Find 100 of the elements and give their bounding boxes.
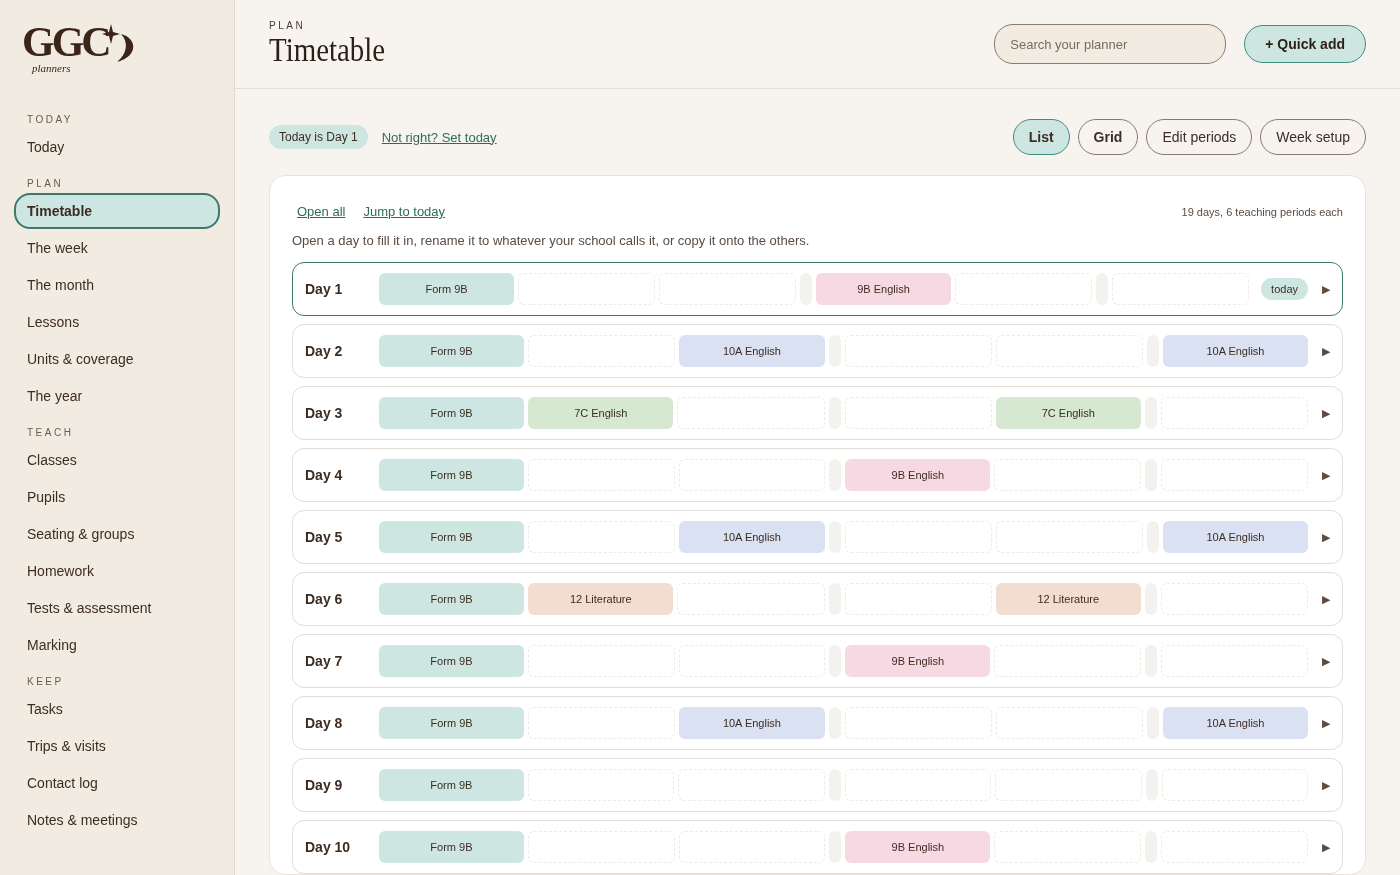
sidebar-item[interactable]: Classes — [14, 442, 220, 478]
expand-toggle[interactable]: ▶ — [1321, 840, 1330, 854]
sidebar-item[interactable]: Units & coverage — [14, 341, 220, 377]
empty-slot[interactable] — [659, 273, 797, 305]
empty-slot[interactable] — [844, 769, 991, 801]
lesson-block[interactable]: Form 9B — [379, 397, 525, 429]
day-row[interactable]: Day 1 Form 9B 9B English today ▶ — [292, 262, 1343, 316]
empty-slot[interactable] — [527, 459, 675, 491]
lesson-block[interactable]: 12 Literature — [528, 583, 674, 615]
empty-slot[interactable] — [1161, 769, 1308, 801]
empty-slot[interactable] — [678, 769, 825, 801]
empty-slot[interactable] — [994, 831, 1142, 863]
day-row[interactable]: Day 8 Form 9B 10A English 10A English ▶ — [292, 696, 1343, 750]
lesson-block[interactable]: Form 9B — [379, 459, 524, 491]
view-toggle[interactable]: List — [1012, 119, 1070, 155]
sidebar-item[interactable]: The month — [14, 267, 220, 303]
empty-slot[interactable] — [844, 397, 992, 429]
empty-slot[interactable] — [1160, 583, 1309, 615]
expand-toggle[interactable]: ▶ — [1322, 592, 1331, 606]
sidebar-item[interactable]: Lessons — [14, 304, 220, 340]
lesson-block[interactable]: 7C English — [995, 397, 1141, 429]
lesson-block[interactable]: Form 9B — [379, 645, 524, 677]
lesson-block[interactable]: Form 9B — [379, 521, 525, 553]
empty-slot[interactable] — [528, 335, 676, 367]
empty-slot[interactable] — [1160, 397, 1309, 429]
lesson-block[interactable]: 10A English — [679, 521, 825, 553]
empty-slot[interactable] — [995, 707, 1143, 739]
empty-slot[interactable] — [677, 397, 825, 429]
expand-toggle[interactable]: ▶ — [1322, 344, 1331, 358]
empty-slot[interactable] — [678, 459, 826, 491]
day-row[interactable]: Day 7 Form 9B 9B English ▶ — [292, 634, 1343, 688]
lesson-block[interactable]: 10A English — [679, 707, 825, 739]
lesson-block[interactable]: Form 9B — [379, 273, 514, 305]
lesson-block[interactable]: Form 9B — [379, 335, 525, 367]
lesson-block[interactable]: 9B English — [845, 645, 991, 677]
lesson-block[interactable]: 9B English — [845, 831, 991, 863]
lesson-block[interactable]: 12 Literature — [995, 583, 1141, 615]
empty-slot[interactable] — [677, 583, 825, 615]
sidebar-item[interactable]: Notes & meetings — [14, 802, 220, 838]
sidebar-item[interactable]: Today — [14, 129, 220, 165]
empty-slot[interactable] — [1161, 459, 1308, 491]
day-row[interactable]: Day 3 Form 9B 7C English 7C English ▶ — [292, 386, 1343, 440]
sidebar-item[interactable]: Seating & groups — [14, 516, 220, 552]
lesson-block[interactable]: 10A English — [1162, 335, 1309, 367]
empty-slot[interactable] — [527, 769, 674, 801]
expand-toggle[interactable]: ▶ — [1322, 406, 1331, 420]
empty-slot[interactable] — [1161, 831, 1308, 863]
lesson-block[interactable]: Form 9B — [379, 831, 524, 863]
empty-slot[interactable] — [955, 273, 1093, 305]
expand-toggle[interactable]: ▶ — [1321, 654, 1330, 668]
lesson-block[interactable]: 10A English — [1162, 521, 1309, 553]
empty-slot[interactable] — [518, 273, 656, 305]
lesson-block[interactable]: Form 9B — [379, 769, 524, 801]
sidebar-item[interactable]: Trips & visits — [14, 728, 220, 764]
empty-slot[interactable] — [678, 831, 826, 863]
sidebar-item[interactable]: The week — [14, 230, 220, 266]
lesson-block[interactable]: Form 9B — [379, 707, 525, 739]
day-row[interactable]: Day 2 Form 9B 10A English 10A English ▶ — [292, 324, 1343, 378]
lesson-block[interactable]: 10A English — [679, 335, 825, 367]
sidebar-item[interactable]: The year — [14, 378, 220, 414]
expand-toggle[interactable]: ▶ — [1322, 716, 1331, 730]
day-row[interactable]: Day 10 Form 9B 9B English ▶ — [292, 820, 1343, 874]
empty-slot[interactable] — [844, 521, 992, 553]
sidebar-item[interactable]: Pupils — [14, 479, 220, 515]
lesson-block[interactable]: 10A English — [1162, 707, 1309, 739]
lesson-block[interactable]: 9B English — [845, 459, 991, 491]
empty-slot[interactable] — [678, 645, 826, 677]
empty-slot[interactable] — [994, 645, 1142, 677]
lesson-block[interactable]: Form 9B — [379, 583, 525, 615]
empty-slot[interactable] — [528, 707, 676, 739]
empty-slot[interactable] — [995, 521, 1143, 553]
empty-slot[interactable] — [995, 769, 1142, 801]
sidebar-item[interactable]: Contact log — [14, 765, 220, 801]
lesson-block[interactable]: 7C English — [528, 397, 674, 429]
empty-slot[interactable] — [994, 459, 1142, 491]
empty-slot[interactable] — [1112, 273, 1250, 305]
day-row[interactable]: Day 9 Form 9B ▶ — [292, 758, 1343, 812]
empty-slot[interactable] — [844, 583, 992, 615]
expand-toggle[interactable]: ▶ — [1322, 282, 1330, 296]
empty-slot[interactable] — [844, 707, 992, 739]
search-field[interactable]: Search your planner — [994, 24, 1227, 64]
empty-slot[interactable] — [1161, 645, 1308, 677]
panel-link[interactable]: Jump to today — [363, 204, 446, 219]
expand-toggle[interactable]: ▶ — [1321, 468, 1330, 482]
empty-slot[interactable] — [528, 521, 676, 553]
panel-link[interactable]: Open all — [297, 204, 346, 219]
quick-add-button[interactable]: + Quick add — [1244, 25, 1366, 63]
empty-slot[interactable] — [527, 645, 675, 677]
sidebar-item[interactable]: Homework — [14, 553, 220, 589]
empty-slot[interactable] — [844, 335, 992, 367]
set-today-link[interactable]: Not right? Set today — [381, 129, 497, 145]
day-row[interactable]: Day 6 Form 9B 12 Literature 12 Literature ▶ — [292, 572, 1343, 626]
empty-slot[interactable] — [527, 831, 675, 863]
sidebar-item[interactable]: Timetable — [14, 193, 220, 229]
sidebar-item[interactable]: Tests & assessment — [14, 590, 220, 626]
day-row[interactable]: Day 4 Form 9B 9B English ▶ — [292, 448, 1343, 502]
day-row[interactable]: Day 5 Form 9B 10A English 10A English ▶ — [292, 510, 1343, 564]
sidebar-item[interactable]: Tasks — [14, 691, 220, 727]
expand-toggle[interactable]: ▶ — [1322, 530, 1331, 544]
lesson-block[interactable]: 9B English — [816, 273, 952, 305]
